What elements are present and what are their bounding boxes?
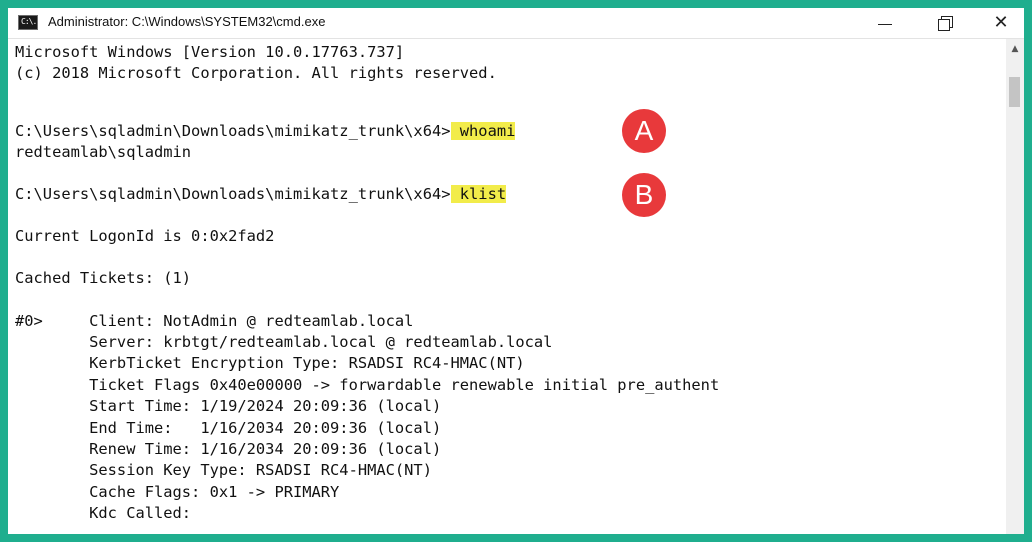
console-line: Start Time: 1/19/2024 20:09:36 (local) <box>15 396 441 417</box>
console-line: Microsoft Windows [Version 10.0.17763.73… <box>15 42 404 63</box>
command-line-klist: C:\Users\sqladmin\Downloads\mimikatz_tru… <box>15 184 507 205</box>
console-output[interactable]: Microsoft Windows [Version 10.0.17763.73… <box>8 39 1006 534</box>
console-text: Microsoft Windows [Version 10.0.17763.73… <box>15 43 405 61</box>
console-line: Ticket Flags 0x40e00000 -> forwardable r… <box>15 375 719 396</box>
console-line: End Time: 1/16/2034 20:09:36 (local) <box>15 418 441 439</box>
console-text: Cache Flags: 0x1 -> PRIMARY <box>15 483 340 501</box>
console-text: Cached Tickets: (1) <box>15 269 192 287</box>
console-text: End Time: 1/16/2034 20:09:36 (local) <box>15 419 442 437</box>
console-line: (c) 2018 Microsoft Corporation. All righ… <box>15 63 497 84</box>
console-line: #0> Client: NotAdmin @ redteamlab.local <box>15 311 413 332</box>
console-text: Session Key Type: RSADSI RC4-HMAC(NT) <box>15 461 432 479</box>
console-text: redteamlab\sqladmin <box>15 143 192 161</box>
console-line: Cached Tickets: (1) <box>15 268 191 289</box>
console-text: KerbTicket Encryption Type: RSADSI RC4-H… <box>15 354 525 372</box>
console-text: Renew Time: 1/16/2034 20:09:36 (local) <box>15 440 442 458</box>
console-line: Cache Flags: 0x1 -> PRIMARY <box>15 482 339 503</box>
chevron-up-icon[interactable]: ▲ <box>1006 41 1024 57</box>
cmd-app-icon: C:\. <box>18 15 38 30</box>
screenshot-frame: C:\. Administrator: C:\Windows\SYSTEM32\… <box>0 0 1032 542</box>
console-text: Ticket Flags 0x40e00000 -> forwardable r… <box>15 376 720 394</box>
console-text: Kdc Called: <box>15 504 192 522</box>
close-icon: ✕ <box>993 12 1009 33</box>
console-text: (c) 2018 Microsoft Corporation. All righ… <box>15 64 497 82</box>
window-title: Administrator: C:\Windows\SYSTEM32\cmd.e… <box>48 14 326 29</box>
cmd-icon-glyph: C:\. <box>21 17 37 26</box>
maximize-button[interactable] <box>918 8 972 38</box>
scrollbar-thumb[interactable] <box>1009 77 1020 107</box>
console-line: Session Key Type: RSADSI RC4-HMAC(NT) <box>15 460 432 481</box>
command-line-whoami: C:\Users\sqladmin\Downloads\mimikatz_tru… <box>15 121 516 142</box>
command-whoami-highlight: whoami <box>450 122 516 140</box>
console-line: Current LogonId is 0:0x2fad2 <box>15 226 274 247</box>
command-klist-highlight: klist <box>450 185 507 203</box>
prompt-text: C:\Users\sqladmin\Downloads\mimikatz_tru… <box>15 122 451 140</box>
prompt-text: C:\Users\sqladmin\Downloads\mimikatz_tru… <box>15 185 451 203</box>
title-bar[interactable]: C:\. Administrator: C:\Windows\SYSTEM32\… <box>8 8 1024 39</box>
annotation-marker-a: A <box>622 109 666 153</box>
restore-icon-front <box>938 19 950 31</box>
console-line: Renew Time: 1/16/2034 20:09:36 (local) <box>15 439 441 460</box>
vertical-scrollbar[interactable]: ▲ <box>1006 39 1024 534</box>
console-text: Start Time: 1/19/2024 20:09:36 (local) <box>15 397 442 415</box>
annotation-marker-b: B <box>622 173 666 217</box>
minimize-button[interactable] <box>858 8 912 38</box>
minimize-icon <box>878 24 892 25</box>
console-line: Server: krbtgt/redteamlab.local @ redtea… <box>15 332 552 353</box>
console-text: Current LogonId is 0:0x2fad2 <box>15 227 275 245</box>
console-line: redteamlab\sqladmin <box>15 142 191 163</box>
console-line: KerbTicket Encryption Type: RSADSI RC4-H… <box>15 353 525 374</box>
console-text: Server: krbtgt/redteamlab.local @ redtea… <box>15 333 553 351</box>
close-button[interactable]: ✕ <box>974 8 1024 38</box>
console-line: Kdc Called: <box>15 503 191 524</box>
console-text: #0> Client: NotAdmin @ redteamlab.local <box>15 312 414 330</box>
